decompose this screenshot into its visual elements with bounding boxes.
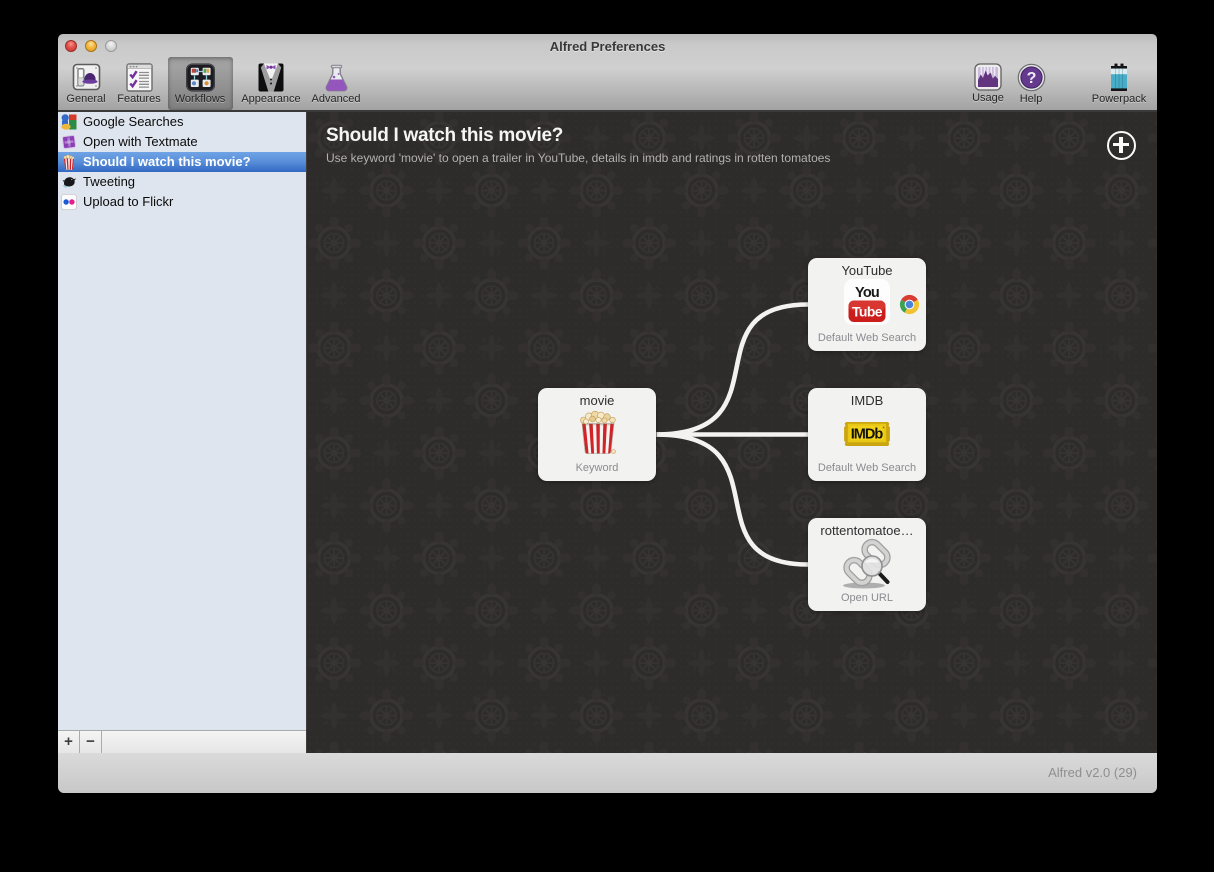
svg-text:Tube: Tube <box>852 304 883 320</box>
svg-text:IMDb: IMDb <box>851 427 884 443</box>
svg-text:?: ? <box>1026 70 1036 87</box>
svg-text:You: You <box>855 285 879 301</box>
